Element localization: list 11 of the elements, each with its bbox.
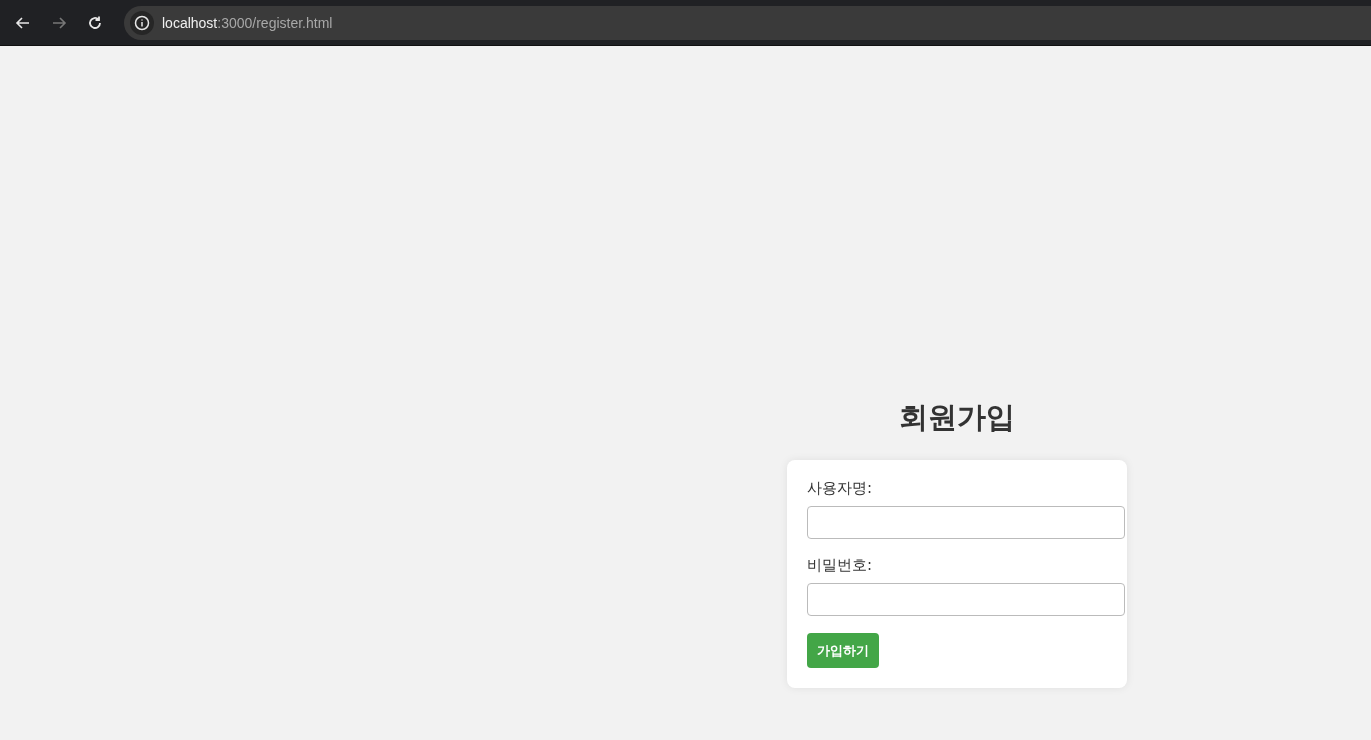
page-title: 회원가입: [899, 399, 1015, 436]
field-label: 사용자명:: [807, 478, 874, 498]
input-field[interactable]: [807, 506, 1125, 539]
address-bar[interactable]: localhost:3000/register.html: [124, 5, 1371, 40]
back-arrow-icon[interactable]: [15, 14, 31, 31]
input-field[interactable]: [807, 583, 1125, 616]
url-text: localhost:3000/register.html: [162, 14, 333, 31]
reload-icon[interactable]: [87, 14, 103, 31]
field-label: 비밀번호:: [807, 555, 874, 575]
info-icon[interactable]: [130, 10, 154, 35]
forward-arrow-icon[interactable]: [51, 14, 67, 31]
